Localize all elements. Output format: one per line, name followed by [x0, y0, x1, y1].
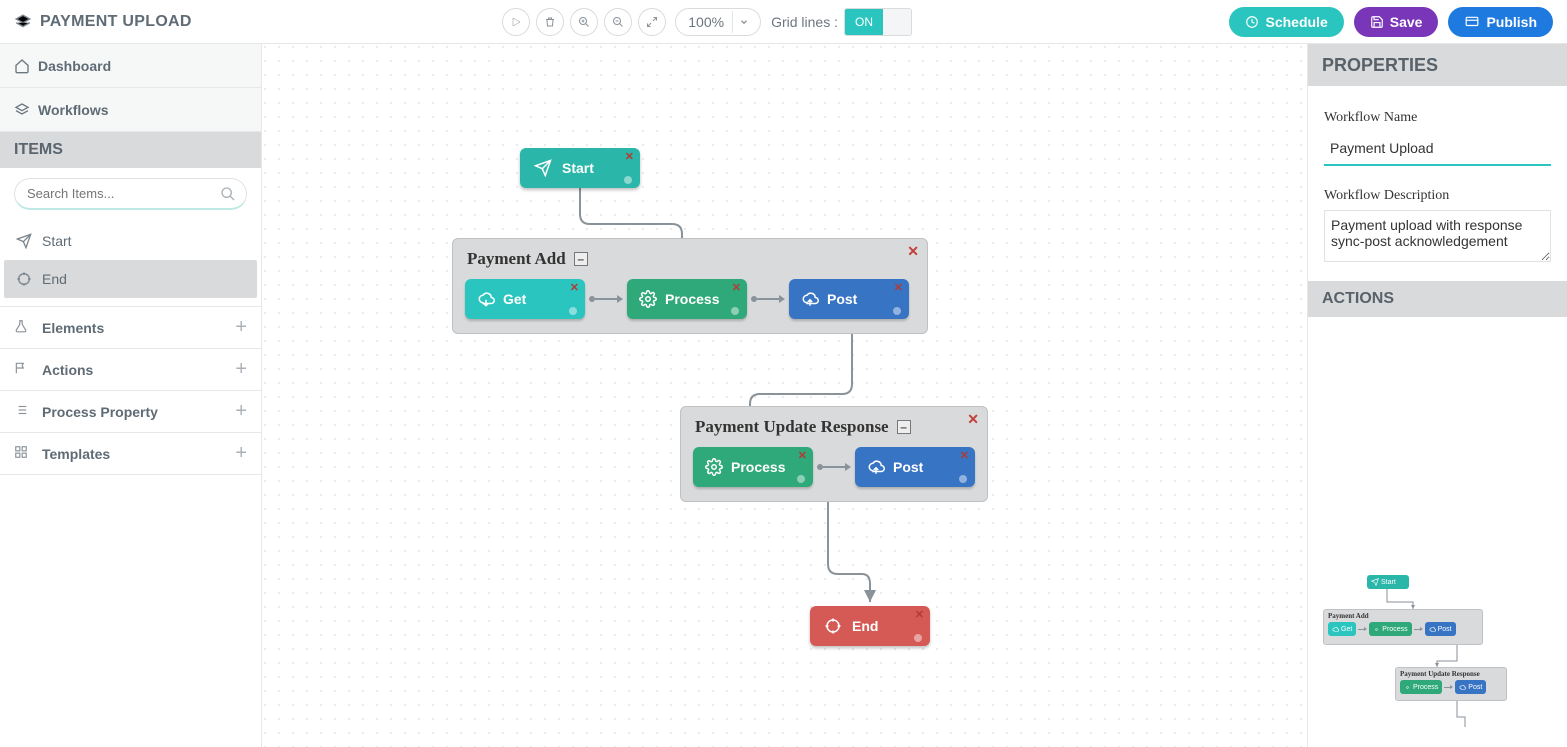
step-post[interactable]: Post✕ — [789, 279, 909, 319]
send-icon — [16, 233, 32, 249]
edges-layer — [262, 44, 1307, 747]
acc-process-property[interactable]: Process Property+ — [0, 391, 261, 433]
workflow-desc-label: Workflow Description — [1324, 188, 1551, 204]
target-icon — [16, 271, 32, 287]
minimap-edges — [1317, 567, 1557, 737]
group-payment-add[interactable]: ✕ Payment Add– Get✕ Process✕ Post✕ — [452, 238, 928, 334]
close-icon[interactable]: ✕ — [967, 411, 979, 428]
close-icon[interactable]: ✕ — [907, 243, 919, 260]
stack-icon — [14, 13, 32, 31]
delete-button[interactable] — [536, 8, 564, 36]
flask-icon — [14, 319, 32, 336]
node-end[interactable]: End ✕ — [810, 606, 930, 646]
step-process[interactable]: Process✕ — [627, 279, 747, 319]
properties-panel: PROPERTIES Workflow Name Workflow Descri… — [1307, 44, 1567, 747]
save-icon — [1370, 15, 1384, 29]
clock-icon — [1245, 15, 1259, 29]
target-icon — [824, 617, 842, 635]
list-icon — [14, 403, 32, 420]
gridlines-label: Grid lines : — [771, 14, 838, 30]
play-button[interactable] — [502, 8, 530, 36]
cloud-upload-icon — [801, 290, 819, 308]
search-input-wrap — [14, 178, 247, 210]
items-title: ITEMS — [0, 132, 261, 168]
gridlines-on: ON — [845, 9, 883, 35]
palette-start[interactable]: Start — [4, 222, 257, 260]
publish-button[interactable]: Publish — [1448, 7, 1553, 37]
search-input[interactable] — [25, 185, 220, 202]
cloud-upload-icon — [867, 458, 885, 476]
collapse-icon[interactable]: – — [897, 420, 911, 434]
acc-templates[interactable]: Templates+ — [0, 433, 261, 475]
mm-node-start: Start — [1367, 575, 1409, 589]
actions-title: ACTIONS — [1308, 281, 1567, 317]
schedule-button[interactable]: Schedule — [1229, 7, 1343, 37]
close-icon[interactable]: ✕ — [915, 608, 924, 621]
zoom-select[interactable]: 100% — [675, 8, 761, 36]
minimap[interactable]: Start Payment Add Get Process Post Payme… — [1317, 567, 1557, 737]
step-get[interactable]: Get✕ — [465, 279, 585, 319]
close-icon[interactable]: ✕ — [798, 449, 807, 462]
close-icon[interactable]: ✕ — [625, 150, 634, 163]
chevron-down-icon — [732, 11, 754, 33]
close-icon[interactable]: ✕ — [732, 281, 741, 294]
canvas[interactable]: Start ✕ ✕ Payment Add– Get✕ Process✕ Pos… — [262, 44, 1307, 747]
close-icon[interactable]: ✕ — [960, 449, 969, 462]
toolbar: PAYMENT UPLOAD 100% Grid lines : ON Sche… — [0, 0, 1567, 44]
zoom-out-button[interactable] — [604, 8, 632, 36]
arrow-icon — [751, 295, 785, 303]
close-icon[interactable]: ✕ — [570, 281, 579, 294]
arrow-icon — [817, 463, 851, 471]
page-title-text: PAYMENT UPLOAD — [40, 13, 192, 31]
workflow-desc-textarea[interactable] — [1324, 210, 1551, 262]
palette-end[interactable]: End — [4, 260, 257, 298]
grid-icon — [14, 445, 32, 462]
arrow-icon — [589, 295, 623, 303]
gridlines-off — [883, 9, 911, 35]
group-title: Payment Update Response– — [681, 407, 987, 441]
workflow-name-input[interactable] — [1324, 132, 1551, 166]
properties-title: PROPERTIES — [1308, 44, 1567, 86]
acc-actions[interactable]: Actions+ — [0, 349, 261, 391]
zoom-in-button[interactable] — [570, 8, 598, 36]
send-icon — [534, 159, 552, 177]
group-payment-update-response[interactable]: ✕ Payment Update Response– Process✕ Post… — [680, 406, 988, 502]
gridlines-toggle[interactable]: ON — [844, 8, 912, 36]
home-icon — [14, 58, 30, 74]
close-icon[interactable]: ✕ — [894, 281, 903, 294]
save-button[interactable]: Save — [1354, 7, 1439, 37]
gear-icon — [639, 290, 657, 308]
page-title: PAYMENT UPLOAD — [14, 13, 192, 31]
stack-icon — [14, 102, 30, 118]
zoom-value: 100% — [688, 14, 724, 30]
gear-icon — [705, 458, 723, 476]
node-start[interactable]: Start ✕ — [520, 148, 640, 188]
collapse-icon[interactable]: – — [574, 252, 588, 266]
publish-icon — [1464, 15, 1480, 29]
step-post[interactable]: Post✕ — [855, 447, 975, 487]
nav-workflows[interactable]: Workflows — [0, 88, 261, 132]
sidebar: Dashboard Workflows ITEMS Start End Elem… — [0, 44, 262, 747]
workflow-name-label: Workflow Name — [1324, 110, 1551, 126]
search-icon — [220, 186, 236, 202]
cloud-download-icon — [477, 290, 495, 308]
mm-group2: Payment Update Response Process Post — [1395, 667, 1507, 701]
group-title: Payment Add– — [453, 239, 927, 273]
acc-elements[interactable]: Elements+ — [0, 307, 261, 349]
step-process[interactable]: Process✕ — [693, 447, 813, 487]
fullscreen-button[interactable] — [638, 8, 666, 36]
mm-group1: Payment Add Get Process Post — [1323, 609, 1483, 645]
flag-icon — [14, 361, 32, 378]
nav-dashboard[interactable]: Dashboard — [0, 44, 261, 88]
